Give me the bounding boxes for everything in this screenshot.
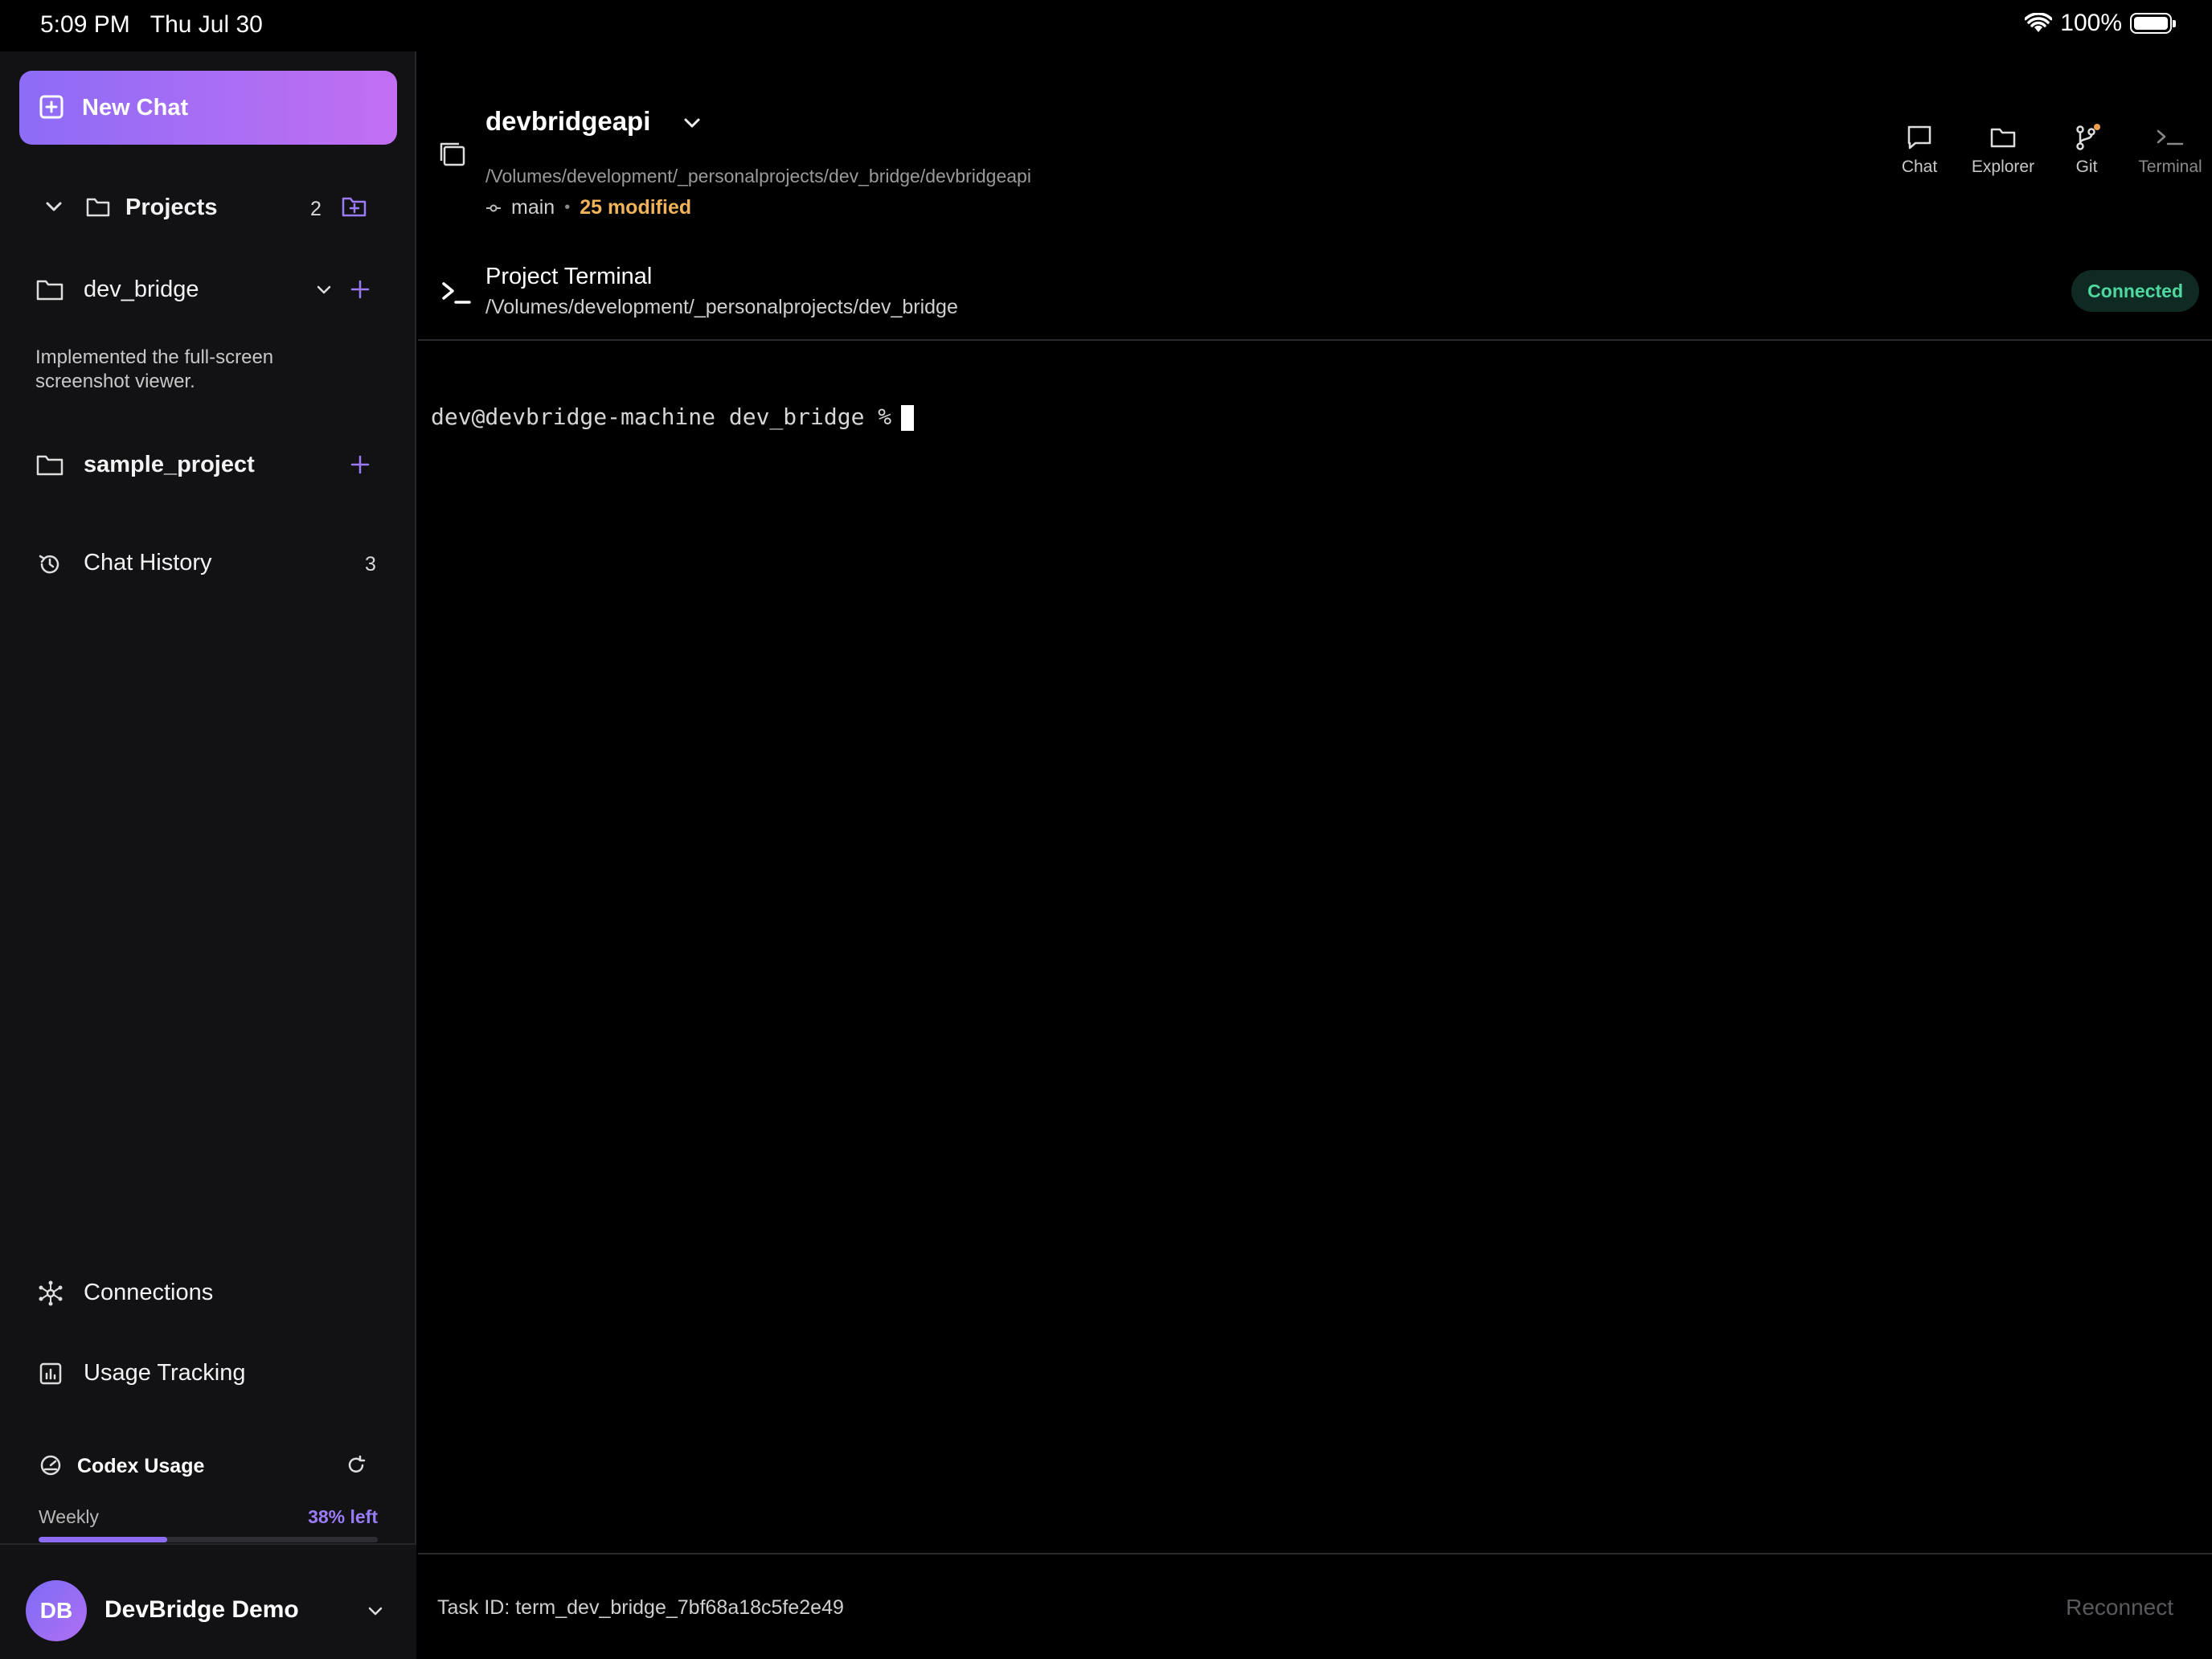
clock-time: 5:09 PM <box>40 11 130 38</box>
account-name: DevBridge Demo <box>104 1596 299 1623</box>
git-branch-icon <box>2072 124 2101 151</box>
chart-icon <box>39 1362 63 1386</box>
plus-icon[interactable] <box>349 453 371 476</box>
chevron-down-icon[interactable] <box>43 196 64 217</box>
tab-git[interactable]: Git <box>2045 124 2128 177</box>
connections-label: Connections <box>84 1280 214 1305</box>
terminal-icon <box>440 278 473 307</box>
sidebar-item-sample-project[interactable]: sample_project <box>0 442 416 487</box>
folder-icon <box>35 452 64 477</box>
project-name[interactable]: devbridgeapi <box>485 106 650 137</box>
usage-remaining: 38% left <box>308 1506 378 1527</box>
terminal-cursor <box>901 405 915 431</box>
folder-icon <box>35 276 64 302</box>
new-chat-button[interactable]: New Chat <box>19 71 397 145</box>
plus-icon[interactable] <box>349 278 371 301</box>
tab-label: Chat <box>1901 158 1938 176</box>
separator-dot: • <box>564 199 571 216</box>
sidebar-toggle-icon[interactable] <box>437 138 468 169</box>
folder-icon <box>85 195 111 219</box>
sidebar-item-connections[interactable]: Connections <box>0 1270 416 1315</box>
sidebar-item-label: sample_project <box>84 452 255 477</box>
refresh-icon[interactable] <box>346 1455 367 1476</box>
battery-icon <box>2130 13 2176 34</box>
main-panel: devbridgeapi /Volumes/development/_perso… <box>418 51 2212 1659</box>
add-folder-icon[interactable] <box>341 195 368 219</box>
chat-history-label: Chat History <box>84 550 212 576</box>
usage-period: Weekly <box>39 1506 99 1527</box>
terminal-prompt: dev@devbridge-machine dev_bridge % <box>431 403 915 431</box>
avatar: DB <box>26 1580 87 1641</box>
chat-history-count: 3 <box>365 553 376 576</box>
clock-date: Thu Jul 30 <box>150 11 263 38</box>
git-status: main • 25 modified <box>485 196 691 219</box>
tab-terminal[interactable]: Terminal <box>2128 124 2212 177</box>
folder-icon <box>1989 124 2017 151</box>
terminal-icon <box>2155 124 2185 151</box>
sidebar-item-chat-history[interactable]: Chat History 3 <box>0 540 416 585</box>
usage-progress-bar <box>39 1537 378 1542</box>
usage-progress-fill <box>39 1537 168 1542</box>
chevron-down-icon[interactable] <box>365 1601 386 1622</box>
tab-chat[interactable]: Chat <box>1878 124 1961 177</box>
tab-explorer[interactable]: Explorer <box>1961 124 2045 177</box>
reconnect-button[interactable]: Reconnect <box>2066 1595 2173 1620</box>
projects-count: 2 <box>310 198 322 220</box>
sidebar: New Chat Projects 2 dev_bridge Implement… <box>0 51 416 1659</box>
sidebar-item-usage-tracking[interactable]: Usage Tracking <box>0 1350 416 1395</box>
status-bar: 5:09 PM Thu Jul 30 100% <box>0 0 2212 51</box>
chat-snippet[interactable]: Implemented the full-screen screenshot v… <box>35 346 357 394</box>
task-id: Task ID: term_dev_bridge_7bf68a18c5fe2e4… <box>437 1596 844 1619</box>
terminal-output[interactable]: dev@devbridge-machine dev_bridge % <box>418 342 2212 1604</box>
network-icon <box>37 1280 64 1307</box>
status-indicators: 100% <box>2025 10 2176 37</box>
new-chat-icon <box>39 94 66 121</box>
chat-icon <box>1905 124 1934 151</box>
branch-name: main <box>511 196 555 219</box>
terminal-header: Project Terminal /Volumes/development/_p… <box>418 252 2212 341</box>
tab-label: Explorer <box>1971 158 2035 176</box>
terminal-title: Project Terminal <box>485 264 653 289</box>
usage-tracking-label: Usage Tracking <box>84 1360 246 1386</box>
battery-percent: 100% <box>2060 10 2122 36</box>
status-time: 5:09 PM Thu Jul 30 <box>40 11 263 39</box>
terminal-footer: Task ID: term_dev_bridge_7bf68a18c5fe2e4… <box>418 1553 2212 1659</box>
chevron-down-icon[interactable] <box>680 111 704 135</box>
project-path: /Volumes/development/_personalprojects/d… <box>485 166 1031 186</box>
sidebar-item-dev-bridge[interactable]: dev_bridge <box>0 267 416 312</box>
sidebar-item-label: dev_bridge <box>84 276 199 302</box>
chevron-down-icon[interactable] <box>313 280 334 301</box>
new-chat-label: New Chat <box>82 94 189 121</box>
status-badge: Connected <box>2071 270 2199 312</box>
tab-label: Git <box>2075 158 2098 176</box>
prompt-text: dev@devbridge-machine dev_bridge % <box>431 403 892 430</box>
commit-icon <box>485 200 502 216</box>
tab-label: Terminal <box>2138 158 2202 176</box>
account-switcher[interactable]: DB DevBridge Demo <box>0 1543 416 1659</box>
gauge-icon <box>39 1453 63 1477</box>
view-tabs: Chat Explorer Git Terminal <box>1878 124 2212 177</box>
history-icon <box>37 551 63 577</box>
terminal-path: /Volumes/development/_personalprojects/d… <box>485 296 958 318</box>
wifi-icon <box>2025 13 2053 34</box>
projects-header[interactable]: Projects 2 <box>0 185 416 230</box>
modified-count: 25 modified <box>580 196 692 219</box>
codex-usage-title: Codex Usage <box>77 1455 205 1477</box>
projects-label: Projects <box>125 195 218 220</box>
